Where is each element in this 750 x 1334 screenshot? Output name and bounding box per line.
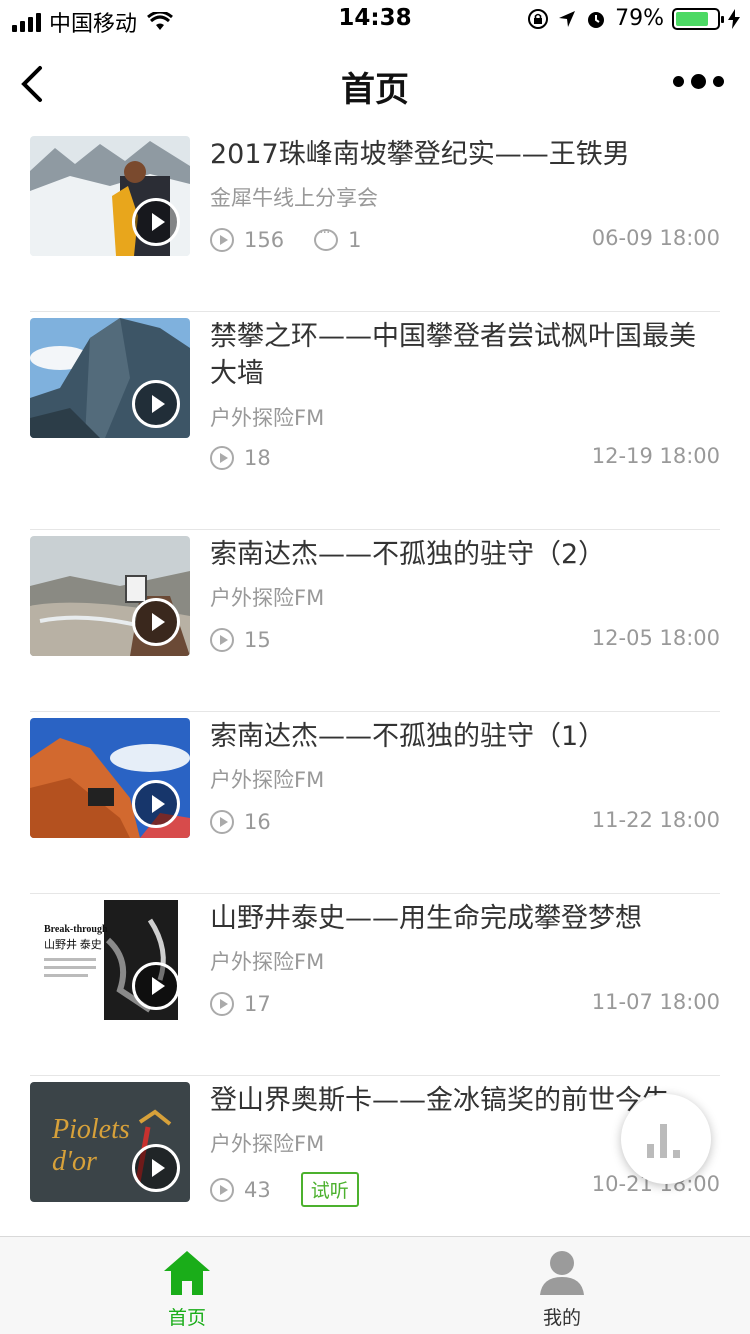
tab-home[interactable]: 首页 <box>127 1249 247 1330</box>
more-icon[interactable] <box>673 74 724 89</box>
episode-title[interactable]: 索南达杰——不孤独的驻守（2） <box>210 536 720 573</box>
episode-thumbnail[interactable] <box>30 136 190 256</box>
play-count-icon <box>210 992 234 1016</box>
episode-thumbnail[interactable]: Piolets d'or <box>30 1082 190 1202</box>
episode-thumbnail[interactable] <box>30 718 190 838</box>
list-item[interactable]: 禁攀之环——中国攀登者尝试枫叶国最美大墙 户外探险FM 18 12-19 18:… <box>30 312 720 530</box>
play-count: 18 <box>244 446 271 470</box>
play-icon[interactable] <box>132 962 180 1010</box>
tab-bar: 首页 我的 <box>0 1236 750 1334</box>
episode-source: 户外探险FM <box>210 406 325 430</box>
charging-icon <box>728 8 740 29</box>
list-item[interactable]: Break-through 山野井 泰史 山野井泰史——用生命完成攀登梦想 户外… <box>30 894 720 1076</box>
play-count: 43 <box>244 1177 271 1202</box>
episode-time: 11-07 18:00 <box>591 990 720 1014</box>
episode-time: 06-09 18:00 <box>591 226 720 250</box>
episode-meta: 43 试听 <box>210 1172 359 1207</box>
play-count-icon <box>210 446 234 470</box>
episode-source: 金犀牛线上分享会 <box>210 186 378 210</box>
episode-time: 11-22 18:00 <box>591 808 720 832</box>
episode-source: 户外探险FM <box>210 950 325 974</box>
thumb-brand-text: Break-through <box>44 924 108 935</box>
play-count-icon <box>210 810 234 834</box>
episode-title[interactable]: 2017珠峰南坡攀登纪实——王铁男 <box>210 136 720 173</box>
episode-thumbnail[interactable] <box>30 318 190 438</box>
alarm-icon <box>588 11 605 28</box>
episode-meta: 18 <box>210 446 271 470</box>
trial-badge: 试听 <box>300 1172 359 1207</box>
play-icon[interactable] <box>132 780 180 828</box>
tab-home-label: 首页 <box>167 1307 206 1329</box>
list-item[interactable]: 2017珠峰南坡攀登纪实——王铁男 金犀牛线上分享会 156 1 06-09 1… <box>30 130 720 312</box>
play-icon[interactable] <box>132 598 180 646</box>
thumb-line2-text: d'or <box>52 1146 97 1177</box>
user-icon <box>540 1251 584 1295</box>
list-item[interactable]: 索南达杰——不孤独的驻守（1） 户外探险FM 16 11-22 18:00 <box>30 712 720 894</box>
navigation-bar: 首页 <box>0 40 750 130</box>
rotation-lock-icon <box>528 8 549 29</box>
list-item[interactable]: 索南达杰——不孤独的驻守（2） 户外探险FM 15 12-05 18:00 <box>30 530 720 712</box>
battery-percent: 79% <box>615 6 664 31</box>
play-count: 16 <box>244 810 271 834</box>
episode-thumbnail[interactable] <box>30 536 190 656</box>
episode-title[interactable]: 索南达杰——不孤独的驻守（1） <box>210 718 720 755</box>
play-icon[interactable] <box>132 380 180 428</box>
audio-bars-icon <box>647 1120 685 1158</box>
play-icon[interactable] <box>132 1144 180 1192</box>
play-icon[interactable] <box>132 198 180 246</box>
tab-mine-label: 我的 <box>542 1307 581 1329</box>
episode-meta: 17 <box>210 992 271 1016</box>
episode-meta: 156 1 <box>210 225 362 252</box>
list-item[interactable]: Piolets d'or 登山界奥斯卡——金冰镐奖的前世今生 户外探险FM 43… <box>30 1076 720 1258</box>
episode-source: 户外探险FM <box>210 1132 325 1156</box>
episode-meta: 16 <box>210 810 271 834</box>
home-icon <box>164 1251 210 1295</box>
episode-source: 户外探险FM <box>210 586 325 610</box>
episode-source: 户外探险FM <box>210 768 325 792</box>
thumb-line1-text: Piolets <box>51 1114 130 1145</box>
thumb-name-text: 山野井 泰史 <box>44 937 102 951</box>
play-count-icon <box>210 628 234 652</box>
episode-title[interactable]: 禁攀之环——中国攀登者尝试枫叶国最美大墙 <box>210 318 720 392</box>
comment-icon <box>314 225 339 251</box>
play-count: 17 <box>244 992 271 1016</box>
episode-title[interactable]: 山野井泰史——用生命完成攀登梦想 <box>210 900 720 937</box>
episode-thumbnail[interactable]: Break-through 山野井 泰史 <box>30 900 190 1020</box>
play-count-icon <box>210 1177 234 1202</box>
play-count-icon <box>210 228 234 252</box>
episode-meta: 15 <box>210 628 271 652</box>
audio-player-button[interactable] <box>621 1094 711 1184</box>
location-icon <box>559 10 576 27</box>
status-bar: 中国移动 14:38 79% <box>0 0 750 40</box>
comment-count: 1 <box>348 228 362 252</box>
tab-mine[interactable]: 我的 <box>502 1249 622 1330</box>
episode-time: 12-19 18:00 <box>591 444 720 468</box>
page-title: 首页 <box>341 70 409 110</box>
battery-icon <box>672 7 724 30</box>
play-count: 156 <box>244 228 285 252</box>
play-count: 15 <box>244 628 271 652</box>
episode-time: 12-05 18:00 <box>591 626 720 650</box>
